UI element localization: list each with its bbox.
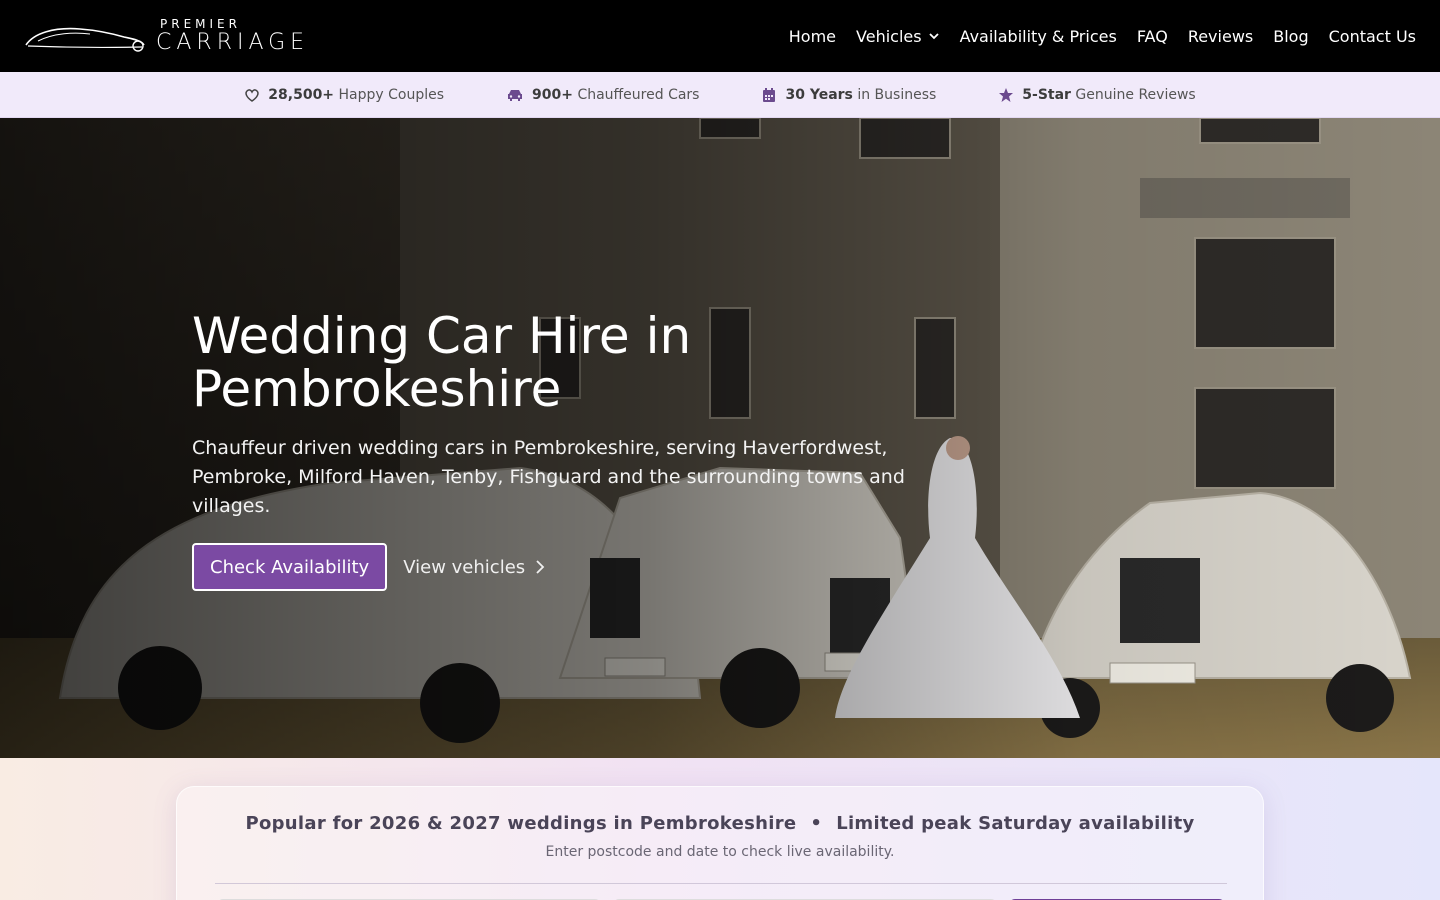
brand-small-text: PREMIER <box>160 17 241 31</box>
chevron-down-icon <box>928 33 939 40</box>
nav-home[interactable]: Home <box>789 27 836 46</box>
heart-icon <box>245 88 259 102</box>
site-header: PREMIER CARRIAGE Home Vehicles Availabil… <box>0 0 1440 72</box>
check-availability-button[interactable]: Check Availability <box>192 543 388 591</box>
availability-headline: Popular for 2026 & 2027 weddings in Pemb… <box>177 813 1263 834</box>
nav-availability-prices[interactable]: Availability & Prices <box>960 27 1117 46</box>
nav-faq[interactable]: FAQ <box>1137 27 1168 46</box>
trust-stats-bar: 28,500+ Happy Couples 900+ Chauffeured C… <box>0 72 1440 118</box>
brand-big-text: CARRIAGE <box>156 30 310 55</box>
hero-title-line1: Wedding Car Hire in <box>192 307 692 365</box>
nav-contact-us[interactable]: Contact Us <box>1329 27 1416 46</box>
stat-label: Chauffeured Cars <box>577 86 700 103</box>
view-vehicles-link[interactable]: View vehicles <box>403 557 545 578</box>
headline-limited-saturday: Limited peak Saturday availability <box>836 813 1195 834</box>
stat-label: Happy Couples <box>338 86 445 103</box>
hero-title: Wedding Car Hire in Pembrokeshire <box>192 310 972 416</box>
car-silhouette-logo-icon <box>25 27 145 52</box>
stat-label: Genuine Reviews <box>1075 86 1196 103</box>
nav-blog[interactable]: Blog <box>1273 27 1308 46</box>
hero-cta-group: Check Availability View vehicles <box>192 543 972 591</box>
calendar-icon <box>763 87 776 102</box>
stat-five-star-reviews: 5-Star Genuine Reviews <box>998 86 1196 103</box>
stat-years-in-business: 30 Years in Business <box>761 87 936 103</box>
view-vehicles-label: View vehicles <box>403 556 526 578</box>
stat-happy-couples: 28,500+ Happy Couples <box>244 87 444 103</box>
hero-subtitle: Chauffeur driven wedding cars in Pembrok… <box>192 437 905 517</box>
stat-value: 28,500+ <box>268 86 335 103</box>
chevron-right-icon <box>536 560 545 574</box>
nav-reviews[interactable]: Reviews <box>1188 27 1253 46</box>
hero-title-line2: Pembrokeshire <box>192 360 562 418</box>
availability-card: Popular for 2026 & 2027 weddings in Pemb… <box>176 786 1264 900</box>
nav-vehicles-label: Vehicles <box>856 26 922 46</box>
headline-separator: • <box>810 813 823 834</box>
stat-chauffeured-cars: 900+ Chauffeured Cars <box>506 87 699 103</box>
hero-section: Wedding Car Hire in Pembrokeshire Chauff… <box>0 118 1440 758</box>
brand-logo[interactable]: PREMIER CARRIAGE <box>24 18 309 54</box>
availability-note: Enter postcode and date to check live av… <box>545 844 895 860</box>
stat-value: 30 Years <box>785 86 853 103</box>
star-icon <box>999 87 1014 102</box>
headline-popular-years: Popular for 2026 & 2027 weddings in Pemb… <box>245 813 797 834</box>
car-icon <box>508 89 523 101</box>
hero-content: Wedding Car Hire in Pembrokeshire Chauff… <box>192 310 972 591</box>
stat-label: in Business <box>857 86 937 103</box>
availability-section: Popular for 2026 & 2027 weddings in Pemb… <box>0 758 1440 900</box>
stat-value: 900+ <box>532 86 573 103</box>
availability-form-divider <box>215 883 1227 884</box>
stat-value: 5-Star <box>1022 86 1071 103</box>
nav-vehicles[interactable]: Vehicles <box>856 27 940 46</box>
main-nav: Home Vehicles Availability & Prices FAQ … <box>789 27 1416 46</box>
